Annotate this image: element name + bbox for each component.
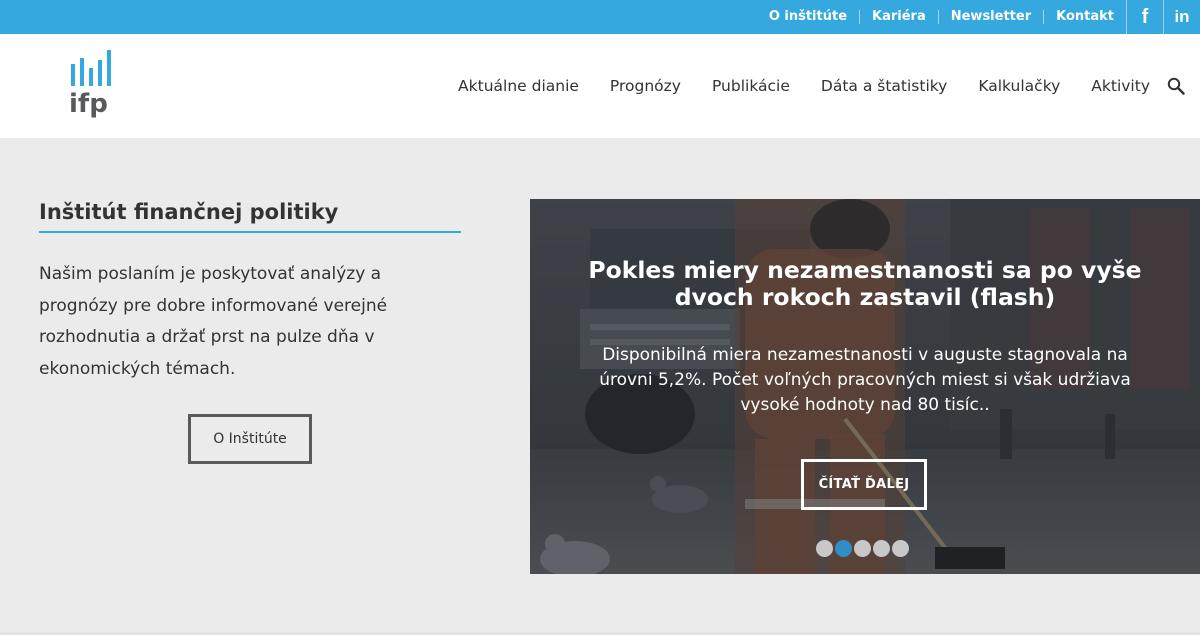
facebook-icon[interactable]: f <box>1126 0 1163 34</box>
top-link-newsletter[interactable]: Newsletter <box>937 10 1043 24</box>
intro-title: Inštitút finančnej politiky <box>39 200 339 224</box>
intro-underline <box>39 231 461 233</box>
top-link-contact[interactable]: Kontakt <box>1043 10 1126 24</box>
logo-text: ifp <box>69 89 108 119</box>
main-nav: Aktuálne dianie Prognózy Publikácie Dáta… <box>427 34 1150 138</box>
slide-title[interactable]: Pokles miery nezamestnanosti sa po vyše … <box>530 257 1200 311</box>
news-slider[interactable]: Pokles miery nezamestnanosti sa po vyše … <box>530 199 1200 574</box>
top-bar: O inštitúte Kariéra Newsletter Kontakt f… <box>0 0 1200 34</box>
read-more-button[interactable]: ČÍTAŤ ĎALEJ <box>801 459 927 510</box>
site-header: ifp Aktuálne dianie Prognózy Publikácie … <box>0 34 1200 138</box>
linkedin-glyph: in <box>1174 7 1190 26</box>
slider-dot-3[interactable] <box>854 540 871 557</box>
social-links: f in <box>1126 0 1200 34</box>
nav-publications[interactable]: Publikácie <box>712 77 790 95</box>
slide-text: Disponibilná miera nezamestnanosti v aug… <box>599 345 1131 415</box>
top-link-career[interactable]: Kariéra <box>859 10 938 24</box>
top-links: O inštitúte Kariéra Newsletter Kontakt <box>757 0 1126 34</box>
about-institute-button[interactable]: O Inštitúte <box>188 414 312 464</box>
slider-dot-4[interactable] <box>873 540 890 557</box>
nav-activities[interactable]: Aktivity <box>1091 77 1150 95</box>
nav-data-statistics[interactable]: Dáta a štatistiky <box>821 77 947 95</box>
ifp-logo[interactable]: ifp <box>68 50 114 124</box>
search-icon[interactable] <box>1167 77 1185 95</box>
slider-dots <box>816 540 911 557</box>
facebook-glyph: f <box>1141 5 1149 28</box>
top-link-about[interactable]: O inštitúte <box>757 10 859 24</box>
intro-text: Našim poslaním je poskytovať analýzy a p… <box>39 264 388 379</box>
slider-dot-5[interactable] <box>892 540 909 557</box>
slider-dot-1[interactable] <box>816 540 833 557</box>
nav-calculators[interactable]: Kalkulačky <box>978 77 1060 95</box>
slider-dot-2[interactable] <box>835 540 852 557</box>
nav-current-news[interactable]: Aktuálne dianie <box>458 77 579 95</box>
nav-forecasts[interactable]: Prognózy <box>610 77 681 95</box>
linkedin-icon[interactable]: in <box>1163 0 1200 34</box>
